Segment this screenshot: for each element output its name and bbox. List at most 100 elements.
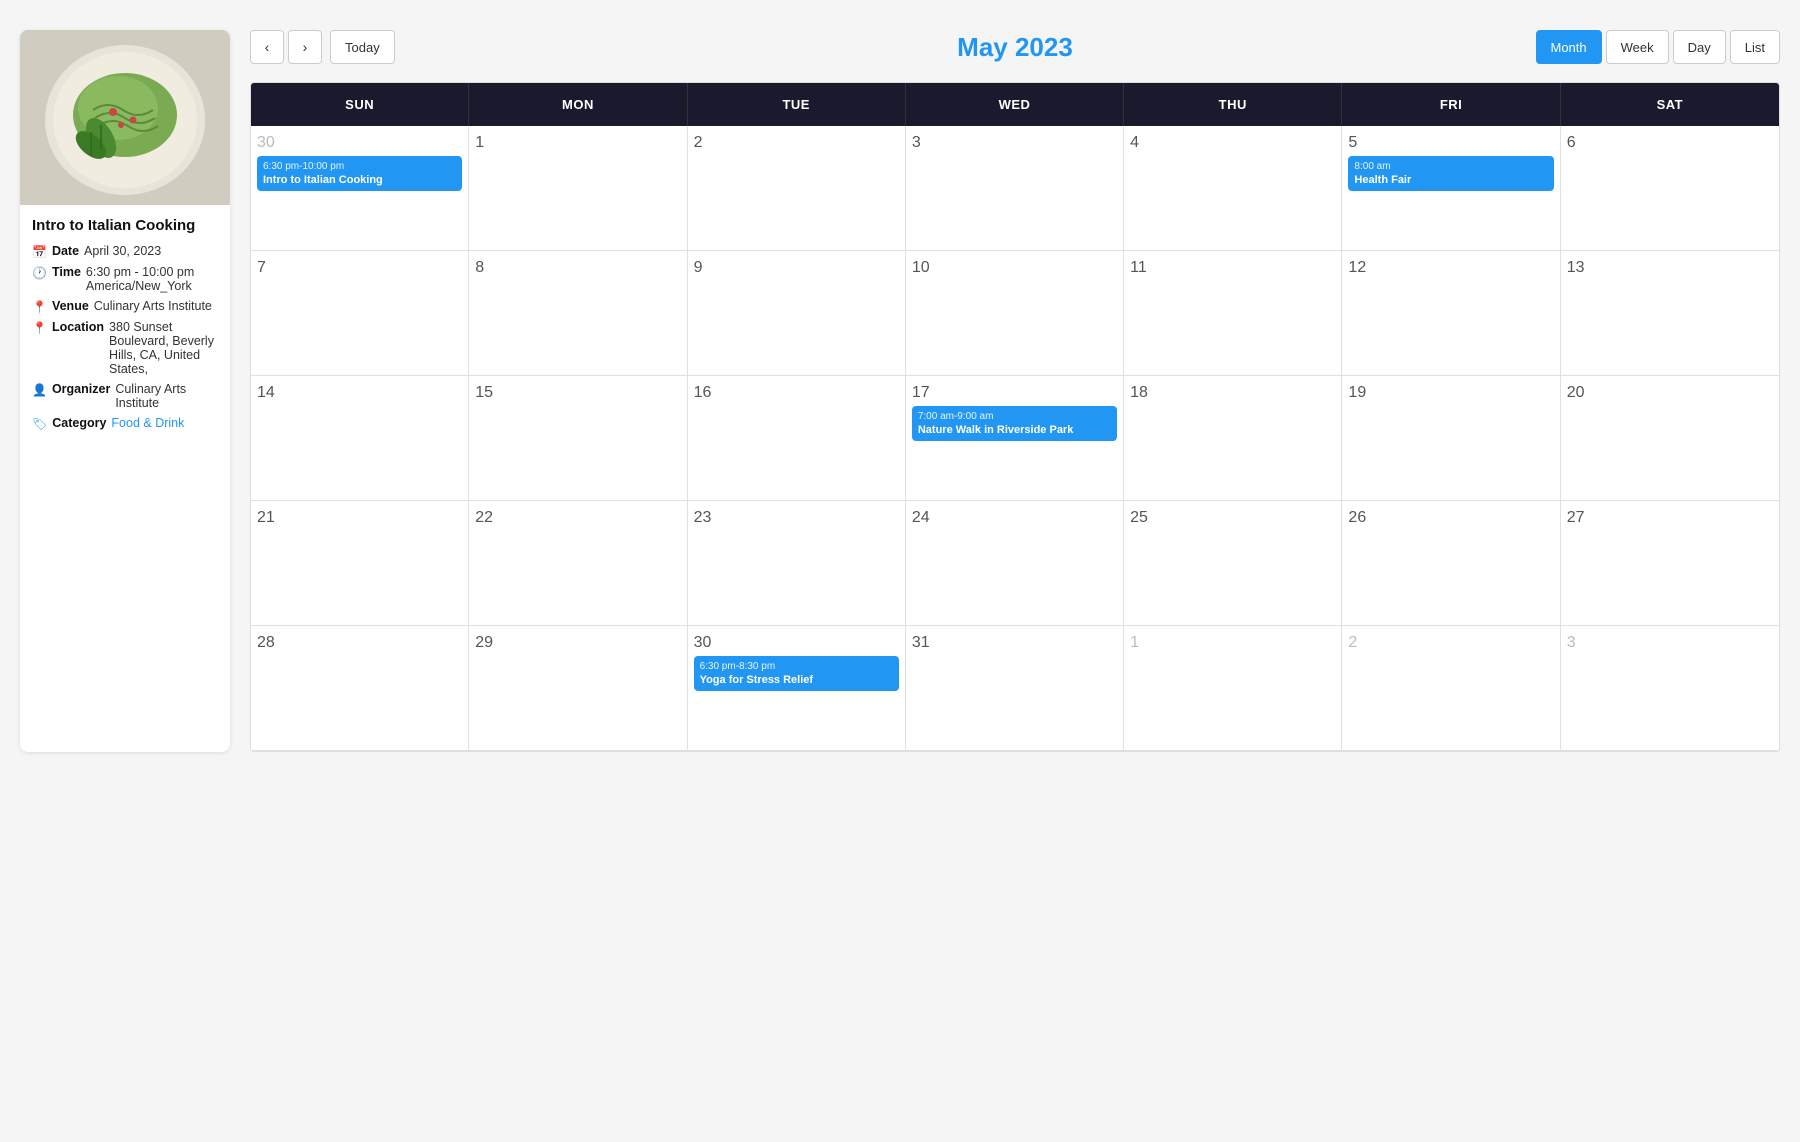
- calendar-cell[interactable]: 1: [1124, 626, 1342, 751]
- info-label: Organizer: [52, 382, 110, 396]
- event-image: [20, 30, 230, 205]
- weekday-headers: SUNMONTUEWEDTHUFRISAT: [251, 83, 1779, 126]
- event-pill[interactable]: 8:00 amHealth Fair: [1348, 156, 1553, 191]
- day-number: 13: [1567, 259, 1773, 277]
- event-details: Intro to Italian Cooking 📅Date April 30,…: [20, 205, 230, 449]
- calendar-cell[interactable]: 31: [906, 626, 1124, 751]
- weekday-header: THU: [1124, 83, 1342, 126]
- day-number: 30: [257, 134, 462, 152]
- info-value: Culinary Arts Institute: [94, 299, 212, 313]
- calendar-cell[interactable]: 28: [251, 626, 469, 751]
- calendar-cell[interactable]: 5 8:00 amHealth Fair: [1342, 126, 1560, 251]
- info-value: April 30, 2023: [84, 244, 161, 258]
- event-time: 6:30 pm-8:30 pm: [700, 660, 893, 673]
- day-number: 1: [1130, 634, 1335, 652]
- day-number: 8: [475, 259, 680, 277]
- event-name: Yoga for Stress Relief: [700, 673, 893, 687]
- today-button[interactable]: Today: [330, 30, 395, 64]
- calendar-cell[interactable]: 6: [1561, 126, 1779, 251]
- day-number: 16: [694, 384, 899, 402]
- calendar-cell[interactable]: 3: [1561, 626, 1779, 751]
- day-number: 2: [694, 134, 899, 152]
- calendar-cell[interactable]: 1: [469, 126, 687, 251]
- day-number: 18: [1130, 384, 1335, 402]
- view-btn-week[interactable]: Week: [1606, 30, 1669, 64]
- calendar-cell[interactable]: 27: [1561, 501, 1779, 626]
- calendar-cell[interactable]: 30 6:30 pm-10:00 pmIntro to Italian Cooki…: [251, 126, 469, 251]
- calendar-cell[interactable]: 21: [251, 501, 469, 626]
- day-number: 3: [912, 134, 1117, 152]
- calendar-cell[interactable]: 25: [1124, 501, 1342, 626]
- calendar-cell[interactable]: 306:30 pm-8:30 pmYoga for Stress Relief: [688, 626, 906, 751]
- calendar-cell[interactable]: 2: [1342, 626, 1560, 751]
- calendar-title: May 2023: [957, 32, 1073, 63]
- calendar-cell[interactable]: 16: [688, 376, 906, 501]
- view-btn-list[interactable]: List: [1730, 30, 1780, 64]
- view-btn-month[interactable]: Month: [1536, 30, 1602, 64]
- weekday-header: TUE: [688, 83, 906, 126]
- day-number: 10: [912, 259, 1117, 277]
- day-number: 14: [257, 384, 462, 402]
- calendar-cell[interactable]: 24: [906, 501, 1124, 626]
- calendar-cell[interactable]: 8: [469, 251, 687, 376]
- day-number: 27: [1567, 509, 1773, 527]
- info-label: Location: [52, 320, 104, 334]
- info-icon: 📍: [32, 300, 47, 314]
- calendar-cell[interactable]: 7: [251, 251, 469, 376]
- event-pill[interactable]: 6:30 pm-10:00 pmIntro to Italian Cooking: [257, 156, 462, 191]
- calendar-cell[interactable]: 23: [688, 501, 906, 626]
- calendar-cell[interactable]: 13: [1561, 251, 1779, 376]
- view-btn-day[interactable]: Day: [1673, 30, 1726, 64]
- event-time: 7:00 am-9:00 am: [918, 410, 1111, 423]
- calendar-cell[interactable]: 15: [469, 376, 687, 501]
- day-number: 21: [257, 509, 462, 527]
- info-icon: 🕐: [32, 266, 47, 280]
- calendar-cell[interactable]: 2: [688, 126, 906, 251]
- calendar-cell[interactable]: 3: [906, 126, 1124, 251]
- day-number: 3: [1567, 634, 1773, 652]
- day-number: 25: [1130, 509, 1335, 527]
- main-container: Intro to Italian Cooking 📅Date April 30,…: [20, 30, 1780, 752]
- calendar-grid: SUNMONTUEWEDTHUFRISAT 30 6:30 pm-10:00 pm…: [250, 82, 1780, 752]
- info-value: 380 Sunset Boulevard, Beverly Hills, CA,…: [109, 320, 218, 376]
- calendar-cell[interactable]: 12: [1342, 251, 1560, 376]
- day-number: 4: [1130, 134, 1335, 152]
- calendar-cell[interactable]: 22: [469, 501, 687, 626]
- nav-buttons: ‹ › Today: [250, 30, 395, 64]
- day-number: 6: [1567, 134, 1773, 152]
- calendar-cell[interactable]: 4: [1124, 126, 1342, 251]
- calendar-cell[interactable]: 18: [1124, 376, 1342, 501]
- event-name: Nature Walk in Riverside Park: [918, 423, 1111, 437]
- day-number: 15: [475, 384, 680, 402]
- info-value: 6:30 pm - 10:00 pm America/New_York: [86, 265, 218, 293]
- info-label: Category: [52, 416, 106, 430]
- calendar-cell[interactable]: 11: [1124, 251, 1342, 376]
- prev-button[interactable]: ‹: [250, 30, 284, 64]
- day-number: 20: [1567, 384, 1773, 402]
- info-icon: 📅: [32, 245, 47, 259]
- info-icon: 🏷: [32, 417, 47, 431]
- calendar-cell[interactable]: 10: [906, 251, 1124, 376]
- day-number: 29: [475, 634, 680, 652]
- day-number: 12: [1348, 259, 1553, 277]
- next-button[interactable]: ›: [288, 30, 322, 64]
- day-number: 19: [1348, 384, 1553, 402]
- calendar-cell[interactable]: 29: [469, 626, 687, 751]
- calendar-cell[interactable]: 9: [688, 251, 906, 376]
- calendar-cell[interactable]: 26: [1342, 501, 1560, 626]
- day-number: 22: [475, 509, 680, 527]
- event-pill[interactable]: 7:00 am-9:00 amNature Walk in Riverside …: [912, 406, 1117, 441]
- info-label: Venue: [52, 299, 89, 313]
- calendar-cell[interactable]: 177:00 am-9:00 amNature Walk in Riversid…: [906, 376, 1124, 501]
- calendar-cell[interactable]: 20: [1561, 376, 1779, 501]
- weekday-header: MON: [469, 83, 687, 126]
- event-time: 8:00 am: [1354, 160, 1547, 173]
- info-value[interactable]: Food & Drink: [111, 416, 184, 430]
- event-pill[interactable]: 6:30 pm-8:30 pmYoga for Stress Relief: [694, 656, 899, 691]
- calendar-cell[interactable]: 14: [251, 376, 469, 501]
- info-row: 👤Organizer Culinary Arts Institute: [32, 382, 218, 410]
- event-time: 6:30 pm-10:00 pm: [263, 160, 456, 173]
- event-title: Intro to Italian Cooking: [32, 217, 218, 234]
- day-number: 5: [1348, 134, 1553, 152]
- calendar-cell[interactable]: 19: [1342, 376, 1560, 501]
